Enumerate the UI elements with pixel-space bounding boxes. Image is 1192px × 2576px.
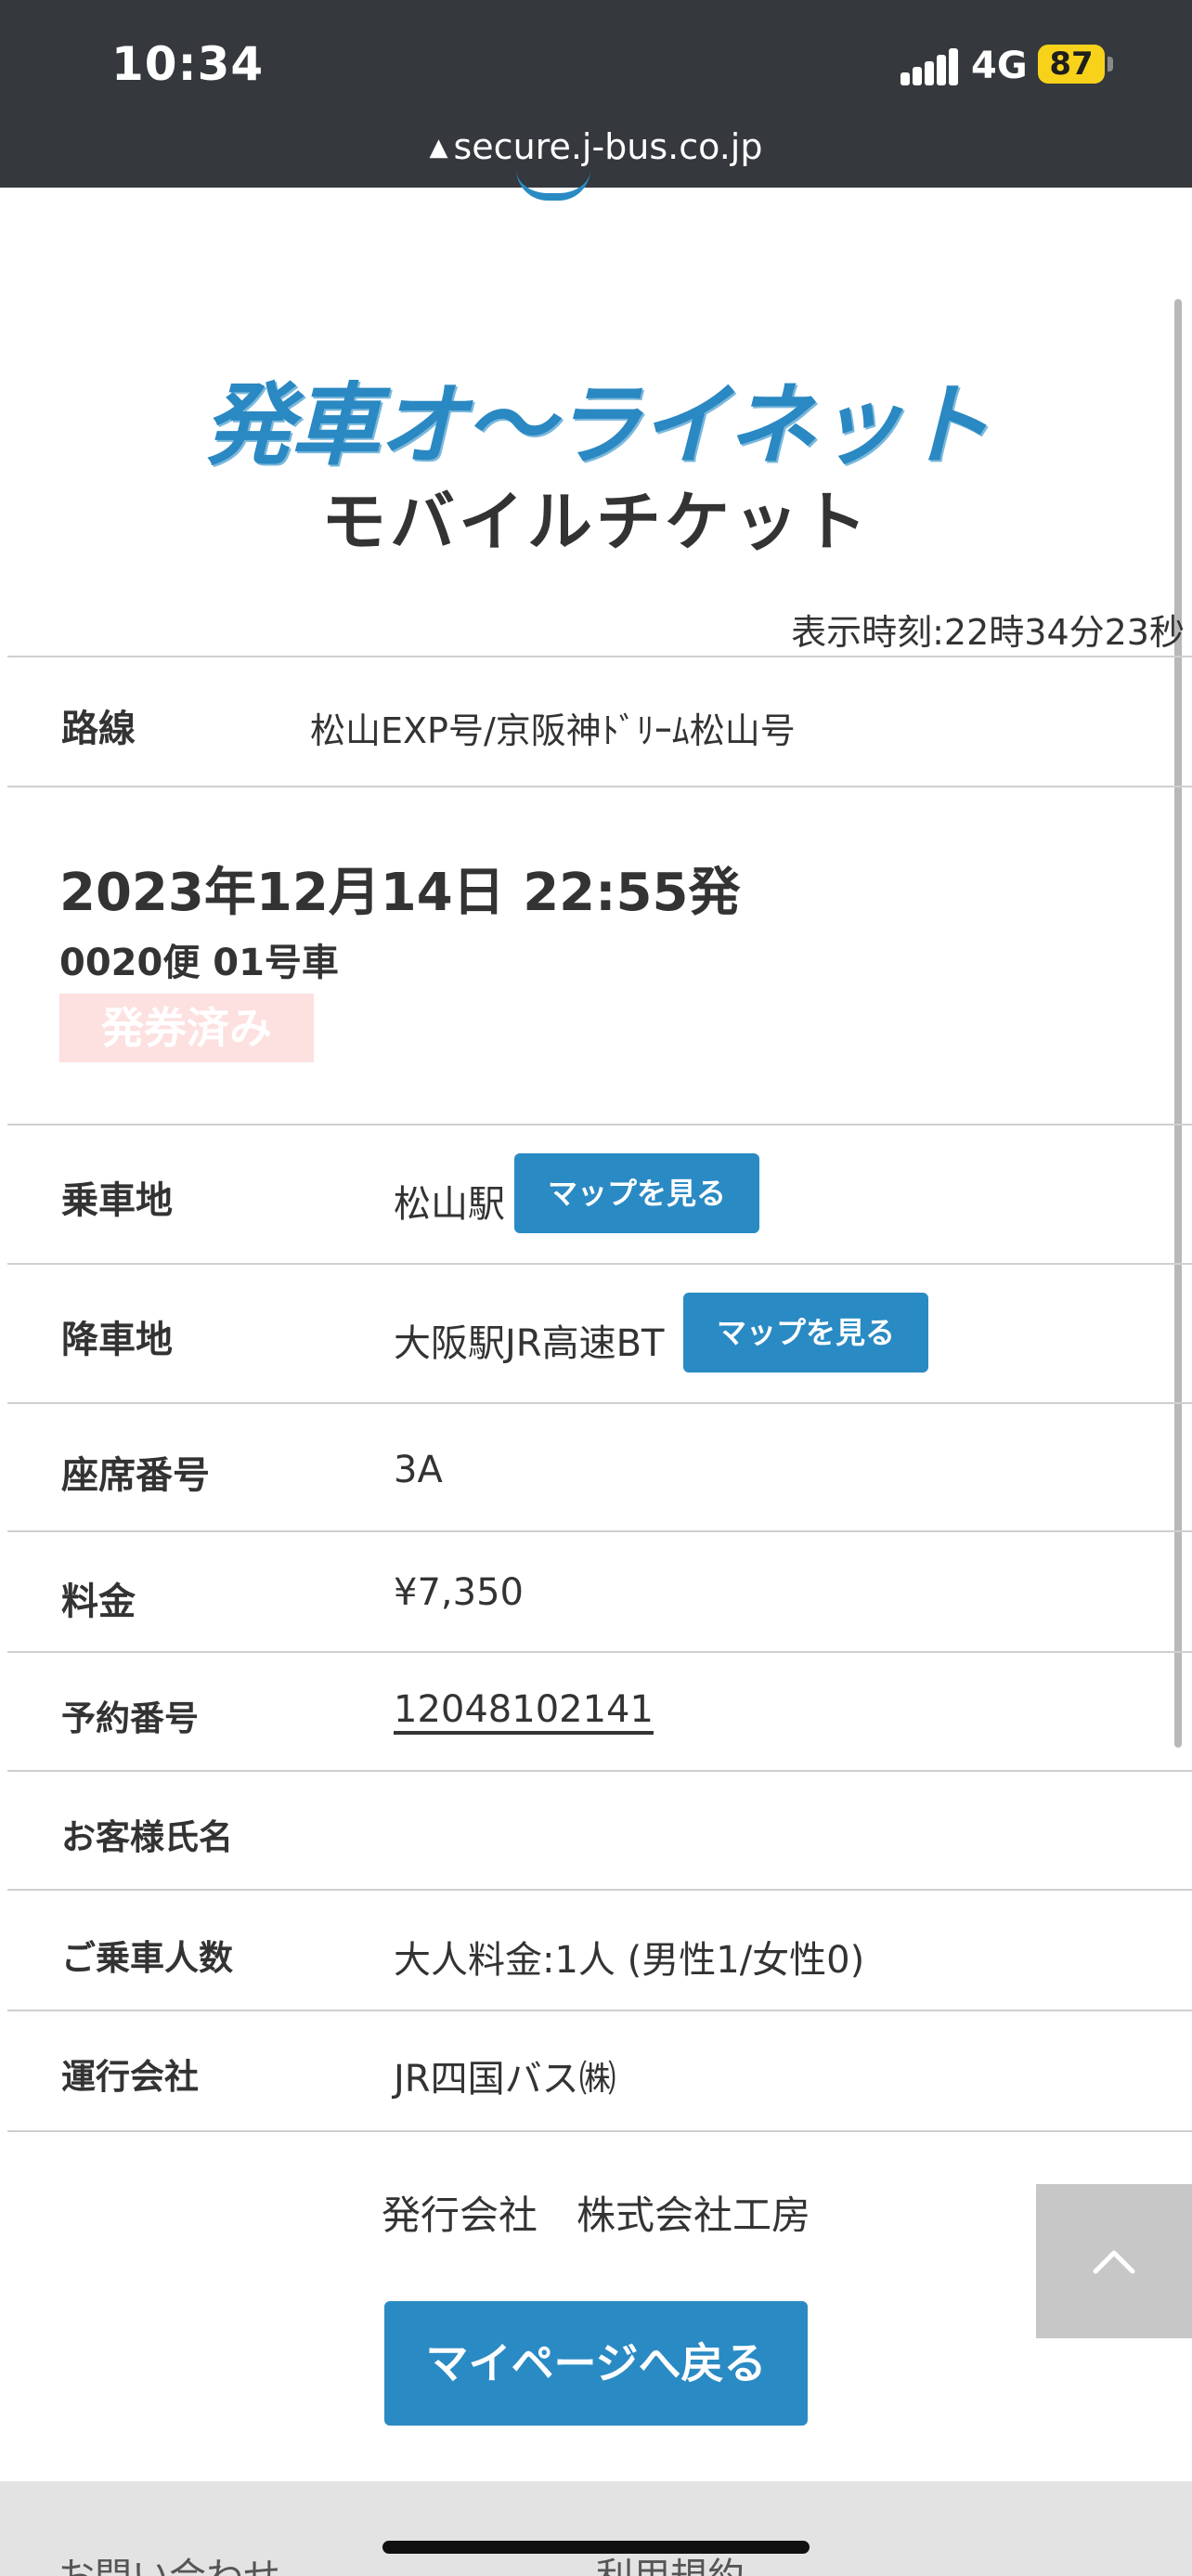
divider [7,1651,1192,1653]
display-time: 表示時刻:22時34分23秒 [791,612,1185,653]
url-text: secure.j-bus.co.jp [453,126,763,167]
boarding-label: 乗車地 [61,1179,173,1222]
divider [7,786,1192,787]
site-logo: 発車オ～ライネット [203,373,991,477]
route-value: 松山EXP号/京阪神ﾄﾞﾘｰﾑ松山号 [310,710,796,751]
alighting-value: 大阪駅JR高速BT [394,1322,665,1365]
network-type: 4G [971,45,1028,87]
address-bar[interactable]: ▲ secure.j-bus.co.jp [0,126,1192,167]
divider [7,2130,1192,2132]
passengers-value: 大人料金:1人 (男性1/女性0) [394,1939,865,1982]
issuer-text: 発行会社 株式会社工房 [381,2192,810,2238]
seat-label: 座席番号 [61,1454,210,1497]
boarding-value: 松山駅 [394,1183,505,1226]
signal-icon [900,48,958,85]
page-title: モバイルチケット [321,484,871,560]
divider [7,1530,1192,1532]
divider [7,1770,1192,1772]
status-badge: 発券済み [59,994,314,1062]
divider [7,1402,1192,1404]
reservation-label: 予約番号 [61,1698,199,1738]
seat-value: 3A [394,1449,443,1491]
bin-car-number: 0020便 01号車 [59,942,339,984]
top-button-edge[interactable] [516,169,590,201]
chevron-up-icon [1093,2250,1135,2274]
departure-datetime: 2023年12月14日 22:55発 [59,863,741,923]
footer-contact-link[interactable]: お問い合わせ [58,2546,280,2576]
operator-label: 運行会社 [61,2057,199,2097]
alighting-map-button[interactable]: マップを見る [683,1293,929,1373]
divider [7,656,1192,657]
boarding-map-button[interactable]: マップを見る [514,1153,760,1233]
back-to-mypage-button[interactable]: マイページへ戻る [384,2301,808,2426]
fare-label: 料金 [61,1581,136,1623]
scroll-to-top-button[interactable] [1036,2184,1192,2338]
divider [7,1124,1192,1125]
operator-value: JR四国バス㈱ [394,2058,616,2101]
alighting-label: 降車地 [61,1319,173,1361]
divider [7,1263,1192,1265]
status-time: 10:34 [111,37,265,91]
battery-icon: 87 [1038,45,1105,84]
home-indicator[interactable] [382,2541,810,2554]
warning-icon: ▲ [429,134,448,162]
footer: お問い合わせ 利用規約 [0,2481,1192,2576]
route-label: 路線 [61,708,136,750]
divider [7,2010,1192,2011]
status-bar: 10:34 4G 87 ▲ secure.j-bus.co.jp [0,0,1192,188]
passengers-label: ご乗車人数 [61,1938,233,1978]
battery-tip [1108,57,1113,72]
divider [7,1889,1192,1891]
customer-name-label: お客様氏名 [61,1817,233,1857]
fare-value: ¥7,350 [394,1571,524,1614]
reservation-number-link[interactable]: 12048102141 [394,1688,654,1731]
